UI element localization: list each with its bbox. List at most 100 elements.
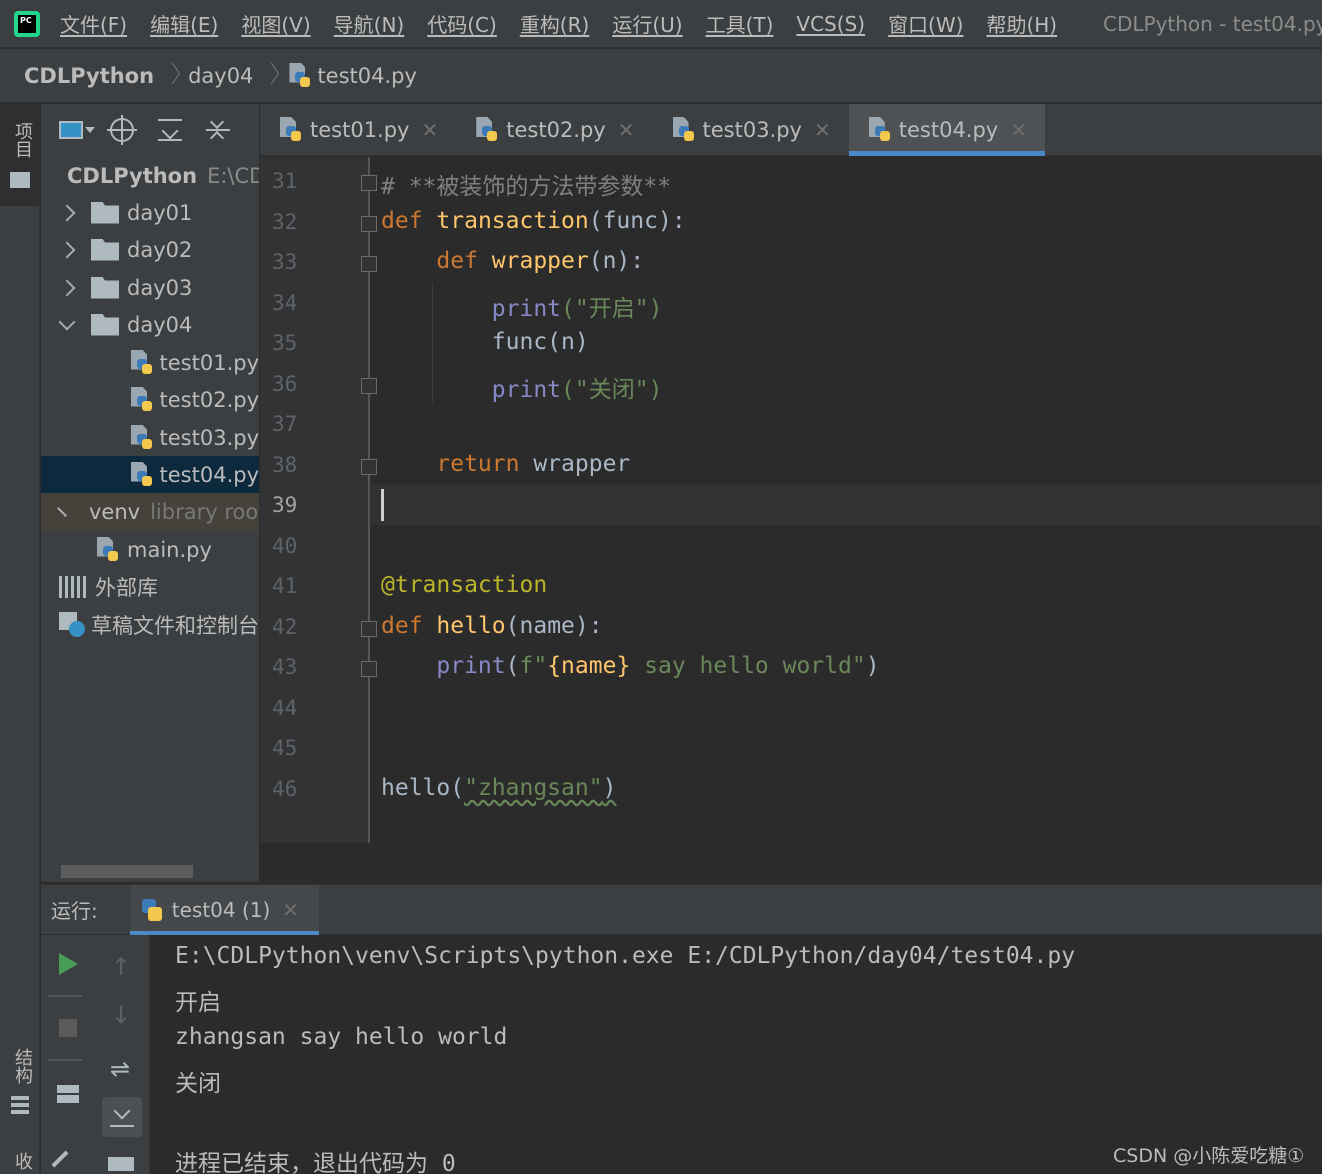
params: (n): bbox=[588, 248, 645, 274]
breadcrumb-file[interactable]: test04.py bbox=[317, 64, 416, 88]
close-icon[interactable]: ✕ bbox=[282, 898, 299, 922]
editor-tab-bar: test01.py ✕ test02.py ✕ test03.py ✕ test… bbox=[260, 104, 1322, 156]
close-icon[interactable]: ✕ bbox=[1010, 118, 1027, 142]
menu-refactor[interactable]: 重构(R) bbox=[520, 9, 590, 38]
arrow-up-icon[interactable]: ↑ bbox=[111, 953, 131, 981]
menu-view[interactable]: 视图(V) bbox=[241, 9, 310, 38]
folder-icon bbox=[91, 238, 119, 261]
breadcrumb-project[interactable]: CDLPython bbox=[24, 64, 154, 88]
project-horizontal-scrollbar[interactable] bbox=[61, 865, 193, 878]
favorites-tool-tab[interactable]: 收 bbox=[0, 1150, 40, 1174]
pin-icon[interactable] bbox=[51, 1150, 69, 1168]
pycharm-logo-icon[interactable]: PC bbox=[14, 10, 40, 37]
line-number: 43 bbox=[272, 655, 298, 679]
chevron-right-icon[interactable] bbox=[57, 506, 67, 517]
arrow-down-icon[interactable]: ↓ bbox=[111, 1001, 131, 1029]
output-line-command: E:\CDLPython\venv\Scripts\python.exe E:/… bbox=[175, 943, 1076, 969]
tree-item-day02[interactable]: day02 bbox=[41, 231, 259, 268]
code-line-41: @transaction bbox=[381, 572, 548, 598]
folder-icon bbox=[91, 276, 119, 299]
chevron-right-icon[interactable] bbox=[58, 241, 76, 258]
toolbar-divider bbox=[48, 995, 82, 997]
line-number: 37 bbox=[272, 412, 298, 436]
close-icon[interactable]: ✕ bbox=[618, 118, 635, 142]
python-file-icon bbox=[95, 536, 119, 563]
output-line: 关闭 bbox=[175, 1071, 221, 1097]
tree-item-main[interactable]: main.py bbox=[41, 531, 259, 568]
layout-icon[interactable] bbox=[57, 1085, 79, 1103]
tree-item-test01[interactable]: test01.py bbox=[41, 344, 259, 381]
folder-icon bbox=[91, 313, 119, 336]
view-mode-dropdown-icon[interactable] bbox=[59, 115, 95, 145]
soft-wrap-icon[interactable]: ⇌ bbox=[110, 1055, 130, 1083]
tree-item-venv[interactable]: venv library root bbox=[41, 493, 259, 530]
tab-test01[interactable]: test01.py ✕ bbox=[260, 104, 456, 156]
fold-marker-icon[interactable] bbox=[361, 378, 377, 394]
tree-item-scratches[interactable]: 草稿文件和控制台 bbox=[41, 606, 259, 643]
project-tool-tab[interactable]: 项目 bbox=[0, 104, 40, 206]
python-file-icon bbox=[474, 117, 498, 143]
tree-item-root[interactable]: CDLPython E:\CDLPython bbox=[41, 157, 259, 194]
text-caret bbox=[381, 489, 384, 521]
menu-code[interactable]: 代码(C) bbox=[427, 9, 497, 38]
tree-item-day04[interactable]: day04 bbox=[41, 306, 259, 343]
string: ("开启") bbox=[561, 296, 663, 322]
python-file-icon bbox=[129, 424, 152, 451]
tab-test03[interactable]: test03.py ✕ bbox=[653, 104, 849, 156]
tree-item-label: day03 bbox=[127, 275, 193, 300]
print-icon[interactable] bbox=[108, 1157, 134, 1171]
code-editor[interactable]: 31 32 33 34 35 36 37 38 39 40 41 42 43 4… bbox=[260, 157, 1322, 843]
menu-edit[interactable]: 编辑(E) bbox=[150, 9, 218, 38]
collapse-all-icon[interactable] bbox=[203, 114, 233, 146]
project-panel: CDLPython E:\CDLPython day01 day02 day03… bbox=[41, 104, 259, 882]
paren: ) bbox=[602, 775, 617, 801]
tree-item-external-libs[interactable]: 外部库 bbox=[41, 568, 259, 605]
fold-marker-icon[interactable] bbox=[361, 256, 377, 272]
fold-marker-icon[interactable] bbox=[361, 459, 377, 475]
close-icon[interactable]: ✕ bbox=[421, 118, 438, 142]
close-icon[interactable]: ✕ bbox=[814, 118, 831, 142]
locate-file-icon[interactable] bbox=[107, 115, 137, 145]
window-title: CDLPython - test04.py bbox=[1103, 12, 1322, 36]
tree-item-test04[interactable]: test04.py bbox=[41, 456, 259, 493]
line-number-current: 39 bbox=[272, 493, 298, 517]
tree-item-label: 草稿文件和控制台 bbox=[91, 613, 259, 638]
chevron-down-icon[interactable] bbox=[58, 313, 76, 330]
structure-tool-tab[interactable]: 结构 bbox=[0, 1044, 40, 1124]
scroll-to-end-icon[interactable] bbox=[102, 1097, 142, 1137]
menu-vcs[interactable]: VCS(S) bbox=[796, 12, 865, 36]
scratch-console-icon bbox=[59, 611, 85, 638]
tree-item-test02[interactable]: test02.py bbox=[41, 381, 259, 418]
run-tab-test04[interactable]: test04 (1) ✕ bbox=[129, 884, 320, 935]
python-icon bbox=[140, 897, 164, 923]
keyword: def bbox=[381, 613, 423, 639]
menu-window[interactable]: 窗口(W) bbox=[888, 9, 963, 38]
tab-test02[interactable]: test02.py ✕ bbox=[456, 104, 652, 156]
code-line-31: # **被装饰的方法带参数** bbox=[381, 174, 672, 200]
library-icon bbox=[59, 575, 87, 598]
tree-item-day01[interactable]: day01 bbox=[41, 194, 259, 231]
menu-run[interactable]: 运行(U) bbox=[612, 9, 682, 38]
line-number: 34 bbox=[272, 291, 298, 315]
tree-item-day03[interactable]: day03 bbox=[41, 269, 259, 306]
tab-test04[interactable]: test04.py ✕ bbox=[848, 104, 1046, 156]
chevron-right-icon[interactable] bbox=[58, 279, 76, 296]
fold-marker-icon[interactable] bbox=[361, 621, 377, 637]
keyword: def bbox=[436, 248, 478, 274]
expand-all-icon[interactable] bbox=[155, 115, 185, 145]
stop-icon[interactable] bbox=[59, 1019, 77, 1037]
fold-marker-icon[interactable] bbox=[361, 175, 377, 191]
menu-file[interactable]: 文件(F) bbox=[60, 9, 127, 38]
fold-marker-icon[interactable] bbox=[361, 216, 377, 232]
chevron-right-icon[interactable] bbox=[58, 204, 76, 221]
tree-item-test03[interactable]: test03.py bbox=[41, 419, 259, 456]
menu-tools[interactable]: 工具(T) bbox=[706, 9, 774, 38]
line-number: 44 bbox=[272, 696, 298, 720]
statement: wrapper bbox=[519, 451, 631, 477]
tree-item-label: 外部库 bbox=[95, 575, 158, 600]
menu-navigate[interactable]: 导航(N) bbox=[334, 9, 405, 38]
fold-marker-icon[interactable] bbox=[361, 661, 377, 677]
menu-help[interactable]: 帮助(H) bbox=[986, 9, 1057, 38]
rerun-icon[interactable] bbox=[59, 953, 78, 975]
breadcrumb-folder[interactable]: day04 bbox=[188, 64, 253, 88]
